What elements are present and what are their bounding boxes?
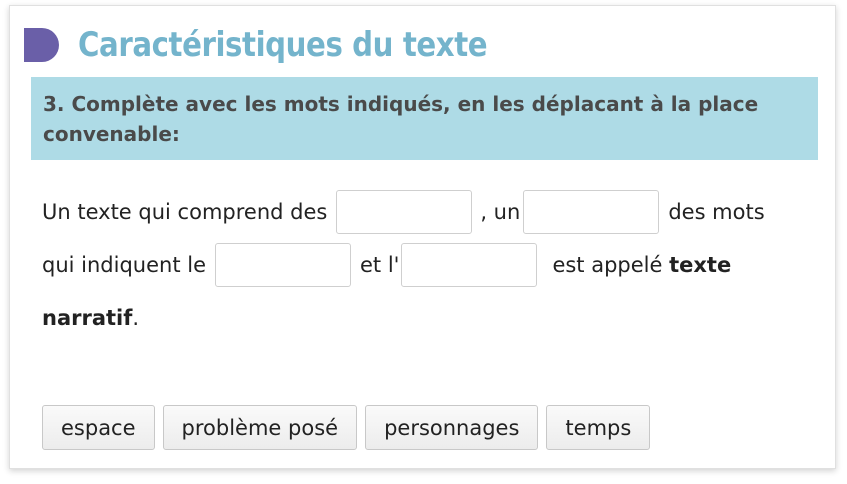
sentence-text: Un texte qui comprend des — [42, 200, 328, 224]
sentence-line-2: qui indiquent le et l' est appelé texte — [42, 242, 731, 288]
word-choice-espace[interactable]: espace — [42, 405, 155, 450]
word-choice-personnages[interactable]: personnages — [365, 405, 539, 450]
drop-blank-1[interactable] — [336, 190, 473, 234]
drop-blank-4[interactable] — [401, 243, 538, 287]
sentence-text: qui indiquent le — [42, 253, 206, 277]
drop-blank-3[interactable] — [215, 243, 351, 287]
sentence-text: . — [132, 306, 140, 330]
sentence-line-1: Un texte qui comprend des , un des mots — [42, 189, 765, 235]
bold-term: texte — [669, 253, 732, 277]
page-title: Caractéristiques du texte — [78, 25, 488, 65]
sentence-line-3: narratif . — [42, 295, 139, 341]
instruction-banner: 3. Complète avec les mots indiqués, en l… — [31, 77, 818, 160]
word-choice-temps[interactable]: temps — [546, 405, 651, 450]
sentence-text: et l' — [360, 253, 400, 277]
bullet-icon — [22, 26, 60, 64]
sentence-text: , un — [480, 200, 521, 224]
title-row: Caractéristiques du texte — [22, 20, 554, 70]
exercise-card: Caractéristiques du texte 3. Complète av… — [9, 5, 836, 469]
sentence-text: des mots — [668, 200, 765, 224]
word-bank: espace problème posé personnages temps — [42, 405, 651, 450]
word-choice-probleme-pose[interactable]: problème posé — [162, 405, 358, 450]
drop-blank-2[interactable] — [523, 190, 660, 234]
bold-term: narratif — [42, 306, 133, 330]
sentence-text: est appelé — [552, 253, 663, 277]
